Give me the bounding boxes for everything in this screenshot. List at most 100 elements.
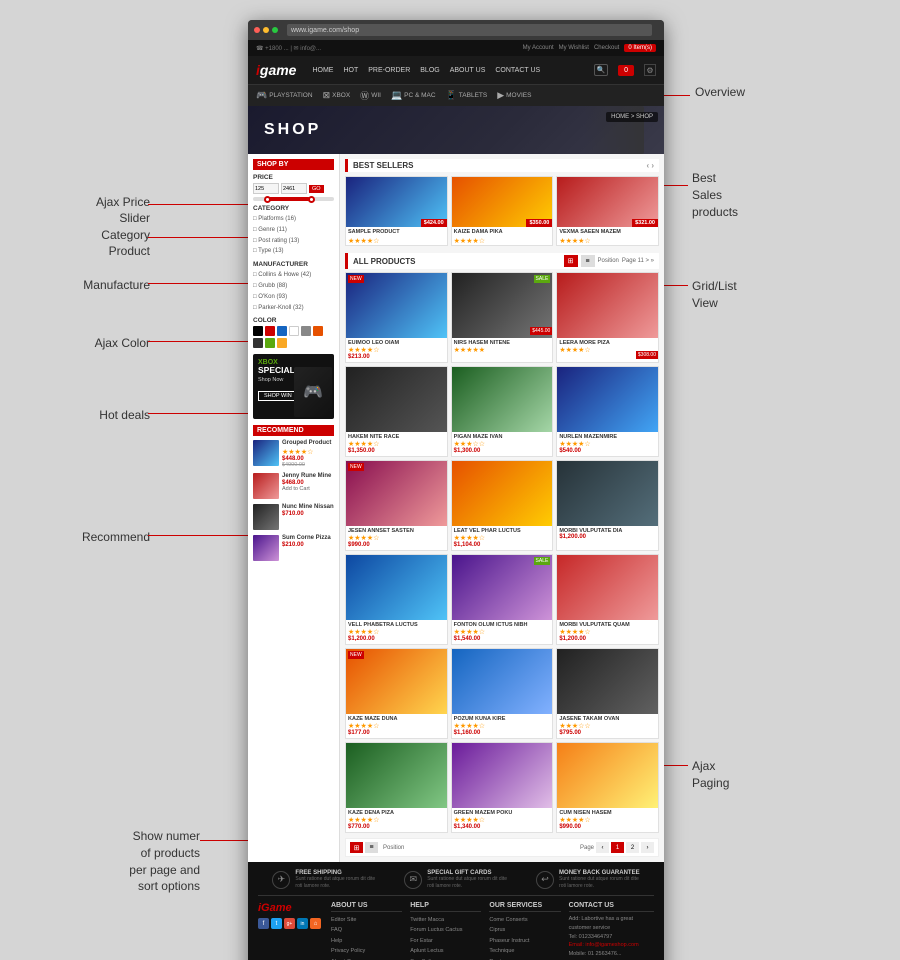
manufacturer-item[interactable]: □ Parker-Knoll (32) — [253, 303, 334, 314]
color-swatch-green[interactable] — [265, 338, 275, 348]
social-facebook[interactable]: f — [258, 918, 269, 929]
product-card-13[interactable]: POZUM KUNA KIRE ★★★★☆ $1,160.00 — [451, 648, 554, 739]
color-swatch-yellow[interactable] — [277, 338, 287, 348]
color-swatch-white[interactable] — [289, 326, 299, 336]
footer-link-forum[interactable]: Forum Luctus Cactus — [410, 925, 481, 935]
nav-contact[interactable]: CONTACT US — [495, 67, 540, 74]
product-card-14[interactable]: JASENE TAKAM OVAN ★★★☆☆ $795.00 — [556, 648, 659, 739]
browser-url-bar[interactable]: www.igame.com/shop — [287, 24, 652, 36]
list-view-btn-bottom[interactable]: ≡ — [365, 842, 378, 853]
social-linkedin[interactable]: in — [297, 918, 308, 929]
social-twitter[interactable]: t — [271, 918, 282, 929]
footer-site-logo[interactable]: iGame — [258, 902, 323, 914]
recommend-item-3[interactable]: Sum Corne Pizza $210.00 — [253, 535, 334, 561]
footer-link-twitter[interactable]: Twitter Macca — [410, 915, 481, 925]
product-card-11[interactable]: MORBI VULPUTATE QUAM ★★★★☆ $1,200.00 — [556, 554, 659, 645]
hot-deals-cta-button[interactable]: SHOP WIN — [258, 391, 298, 401]
price-go-button[interactable]: GO — [309, 185, 324, 193]
nav-blog[interactable]: BLOG — [420, 67, 439, 74]
product-card-16[interactable]: GREEN MAZEM POKU ★★★★☆ $1,340.00 — [451, 742, 554, 833]
product-card-15[interactable]: KAZE DENA PIZA ★★★★☆ $770.00 — [345, 742, 448, 833]
footer-link-ciprus[interactable]: Ciprus — [489, 925, 560, 935]
product-card-17[interactable]: CUM NISEN HASEM ★★★★☆ $990.00 — [556, 742, 659, 833]
footer-contact-email[interactable]: Email: info@igameshop.com — [569, 941, 654, 950]
page-1[interactable]: 1 — [611, 842, 624, 853]
product-card-8[interactable]: MORBI VULPUTATE DIA $1,200.00 — [556, 460, 659, 551]
catnav-playstation[interactable]: 🎮 PLAYSTATION — [256, 90, 313, 101]
product-card-5[interactable]: NURLEN MAZENMIRE ★★★★☆ $540.00 — [556, 366, 659, 457]
product-card-7[interactable]: LEAT VEL PHAR LUCTUS ★★★★☆ $1,104.00 — [451, 460, 554, 551]
nav-settings-icon[interactable]: ⚙ — [644, 64, 656, 76]
page-2[interactable]: 2 — [626, 842, 639, 853]
wishlist-link[interactable]: My Wishlist — [559, 45, 589, 51]
page-prev[interactable]: ‹ — [596, 842, 609, 853]
slider-handle-right[interactable] — [308, 196, 315, 203]
product-card-0[interactable]: NEW EUIMOO LEO OIAM ★★★★☆ $213.00 — [345, 272, 448, 363]
product-card-12[interactable]: NEW KAZE MAZE DUNA ★★★★☆ $177.00 — [345, 648, 448, 739]
color-swatch-gray[interactable] — [301, 326, 311, 336]
social-google[interactable]: g+ — [284, 918, 295, 929]
best-sellers-arrows[interactable]: ‹ › — [646, 161, 654, 170]
best-seller-card-0[interactable]: $424.00 SAMPLE PRODUCT ★★★★☆ — [345, 176, 448, 246]
footer-link-editor[interactable]: Editor Site — [331, 915, 402, 925]
footer-link-faq[interactable]: FAQ — [331, 925, 402, 935]
category-item[interactable]: □ Post rating (13) — [253, 236, 334, 247]
nav-search-icon[interactable]: 🔍 — [594, 64, 608, 76]
list-view-button[interactable]: ≡ — [581, 255, 595, 267]
nav-hot[interactable]: HOT — [343, 67, 358, 74]
category-item[interactable]: □ Platforms (16) — [253, 214, 334, 225]
footer-link-phaseur[interactable]: Phaseur Instruct — [489, 936, 560, 946]
product-card-2[interactable]: $308.00 LEERA MORE PIZA ★★★★☆ — [556, 272, 659, 363]
nav-cart-button[interactable]: 0 — [618, 65, 634, 76]
manufacturer-item[interactable]: □ O'Kon (93) — [253, 292, 334, 303]
product-card-10[interactable]: SALE FONTON OLUM ICTUS NIBH ★★★★☆ $1,540… — [451, 554, 554, 645]
best-seller-card-2[interactable]: $321.00 VEXMA SAEEN MAZEM ★★★★☆ — [556, 176, 659, 246]
product-card-3[interactable]: HAKEM NITE RACE ★★★★☆ $1,350.00 — [345, 366, 448, 457]
footer-link-privacy[interactable]: Privacy Policy — [331, 946, 402, 956]
recommend-item-1[interactable]: Jenny Rune Mine $468.00 Add to Cart — [253, 473, 334, 499]
footer-link-aplunt[interactable]: Aplunt Lectus — [410, 946, 481, 956]
manufacturer-item[interactable]: □ Collins & Howe (42) — [253, 270, 334, 281]
nav-preorder[interactable]: PRE-ORDER — [368, 67, 410, 74]
site-logo[interactable]: igame — [256, 62, 296, 78]
product-card-9[interactable]: VELL PHABETRA LUCTUS ★★★★☆ $1,200.00 — [345, 554, 448, 645]
catnav-tablets[interactable]: 📱 TABLETS — [446, 90, 488, 101]
recommend-img-0 — [253, 440, 279, 466]
price-min-input[interactable] — [253, 183, 279, 194]
footer-link-help[interactable]: Help — [331, 936, 402, 946]
cart-badge[interactable]: 0 Item(s) — [624, 44, 656, 52]
product-card-1[interactable]: SALE $445.00 NIRS HASEM NITENE ★★★★★ — [451, 272, 554, 363]
checkout-link[interactable]: Checkout — [594, 45, 619, 51]
social-rss[interactable]: ⌂ — [310, 918, 321, 929]
catnav-wii[interactable]: Ⓦ WII — [360, 89, 381, 102]
recommend-item-0[interactable]: Grouped Product ★★★★☆ $448.00 $4900.00 — [253, 440, 334, 467]
nav-about[interactable]: ABOUT US — [450, 67, 486, 74]
footer-link-technique[interactable]: Technique — [489, 946, 560, 956]
footer-link-conserts[interactable]: Come Conserts — [489, 915, 560, 925]
grid-view-btn-bottom[interactable]: ⊞ — [350, 842, 363, 853]
category-item[interactable]: □ Genre (11) — [253, 225, 334, 236]
color-swatch-red[interactable] — [265, 326, 275, 336]
catnav-movies[interactable]: ▶ MOVIES — [497, 90, 531, 101]
recommend-item-2[interactable]: Nunc Mine Nissan $710.00 — [253, 504, 334, 530]
page-next[interactable]: › — [641, 842, 654, 853]
best-seller-price-badge-2: $321.00 — [632, 219, 658, 227]
price-slider[interactable] — [253, 197, 334, 201]
manufacturer-item[interactable]: □ Grubb (88) — [253, 281, 334, 292]
slider-handle-left[interactable] — [264, 196, 271, 203]
account-link[interactable]: My Account — [523, 45, 554, 51]
grid-view-button[interactable]: ⊞ — [564, 255, 578, 267]
nav-home[interactable]: HOME — [312, 67, 333, 74]
product-card-6[interactable]: NEW JESEN ANNSET SASTEN ★★★★☆ $990.00 — [345, 460, 448, 551]
color-swatch-blue[interactable] — [277, 326, 287, 336]
product-card-4[interactable]: PIGAN MAZE IVAN ★★★☆☆ $1,300.00 — [451, 366, 554, 457]
color-swatch-black[interactable] — [253, 326, 263, 336]
price-max-input[interactable] — [281, 183, 307, 194]
color-swatch-darkgray[interactable] — [253, 338, 263, 348]
category-item[interactable]: □ Type (13) — [253, 246, 334, 257]
best-seller-card-1[interactable]: $350.00 KAIZE DAMA PIKA ★★★★☆ — [451, 176, 554, 246]
footer-link-estar[interactable]: For Estar — [410, 936, 481, 946]
catnav-xbox[interactable]: ⊠ XBOX — [323, 90, 351, 101]
catnav-pc[interactable]: 💻 PC & MAC — [391, 90, 436, 101]
color-swatch-orange[interactable] — [313, 326, 323, 336]
